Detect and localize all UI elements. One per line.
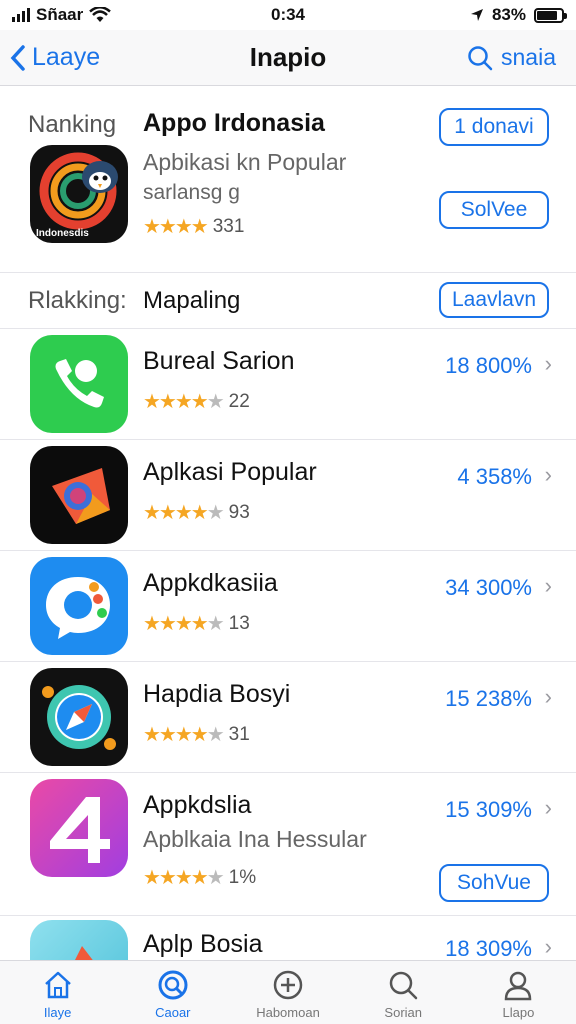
- back-label: Laaye: [32, 43, 101, 71]
- app-title: Appkdslia: [143, 791, 252, 819]
- tab-search[interactable]: Sorian: [346, 961, 461, 1024]
- featured-get-button[interactable]: SolVee: [439, 191, 549, 229]
- list-item[interactable]: Bureal Sarion ★★★★★ 22 18 800% ›: [0, 329, 576, 440]
- compass-icon: [30, 668, 128, 766]
- number-four-icon: [30, 779, 128, 877]
- chevron-right-icon: ›: [544, 934, 552, 959]
- rating-stars-icon: ★★★★: [143, 216, 209, 238]
- section-title: Mapaling: [143, 287, 241, 314]
- chevron-right-icon: ›: [544, 351, 552, 376]
- list-item[interactable]: Aplp Bosia 18 309% ›: [0, 916, 576, 960]
- kite-icon: [30, 446, 128, 544]
- tab-label: Habomoan: [256, 1005, 320, 1020]
- tab-bar: Ilaye Caoar Habomoan Sorian Llapo: [0, 960, 576, 1024]
- wifi-icon: [89, 7, 112, 22]
- list-item[interactable]: Aplkasi Popular ★★★★★ 93 4 358% ›: [0, 440, 576, 551]
- battery-percent: 83%: [491, 5, 526, 24]
- search-label: snaia: [501, 44, 556, 70]
- featured-top-button[interactable]: 1 donavi: [439, 108, 549, 146]
- featured-icon-caption: Indonesdis: [36, 228, 89, 239]
- app-rating: ★★★★★ 13: [143, 612, 250, 636]
- tab-label: Ilaye: [43, 1005, 72, 1020]
- search-icon: [468, 45, 493, 70]
- location-arrow-icon: [470, 9, 483, 21]
- app-title: Hapdia Bosyi: [143, 680, 291, 708]
- status-bar: Sñaar 0:34 83%: [0, 0, 576, 30]
- home-icon: [44, 971, 71, 999]
- app-get-button[interactable]: SohVue: [439, 864, 549, 902]
- app-title: Appkdkasiia: [143, 569, 278, 597]
- back-button[interactable]: Laaye: [10, 43, 100, 72]
- app-stat: 18 800%: [445, 353, 532, 378]
- chat-icon: [30, 557, 128, 655]
- search-button[interactable]: snaia: [467, 44, 556, 71]
- app-rating: ★★★★★ 31: [143, 723, 250, 747]
- app-title: Aplp Bosia: [143, 930, 263, 958]
- status-time: 0:34: [270, 5, 306, 24]
- chevron-right-icon: ›: [544, 684, 552, 709]
- main-content: Nanking Indonesdis Appo Irdonasia Apbika…: [0, 87, 576, 960]
- nav-bar: Laaye Inapio snaia: [0, 30, 576, 86]
- search-icon: [389, 971, 418, 1000]
- signal-icon: [12, 8, 30, 22]
- app-stat: 18 309%: [445, 936, 532, 960]
- shape-icon: [30, 920, 128, 960]
- featured-rating: ★★★★ 331: [143, 214, 244, 239]
- chevron-right-icon: ›: [544, 462, 552, 487]
- tab-label: Caoar: [155, 1005, 191, 1020]
- section-button[interactable]: Laavlavn: [439, 282, 549, 318]
- app-stat: 34 300%: [445, 575, 532, 600]
- tab-label: Sorian: [384, 1005, 422, 1020]
- list-item[interactable]: Appkdslia Apblkaia Ina Hessular ★★★★★ 1% …: [0, 773, 576, 916]
- list-item[interactable]: Hapdia Bosyi ★★★★★ 31 15 238% ›: [0, 662, 576, 773]
- featured-subtitle-2: sarlansg g: [143, 181, 240, 204]
- profile-icon: [505, 971, 532, 1001]
- featured-subtitle: Apbikasi kn Popular: [143, 149, 347, 175]
- chevron-right-icon: ›: [544, 795, 552, 820]
- ranking-section-header: Rlakking: Mapaling Laavlavn: [0, 273, 576, 329]
- app-subtitle: Apblkaia Ina Hessular: [143, 826, 367, 852]
- tab-discover[interactable]: Caoar: [115, 961, 230, 1024]
- plus-circle-icon: [273, 970, 303, 1000]
- app-rating: ★★★★★ 93: [143, 501, 250, 525]
- chevron-left-icon: [10, 44, 25, 71]
- featured-title[interactable]: Appo Irdonasia: [143, 109, 325, 138]
- phone-icon: [30, 335, 128, 433]
- app-title: Bureal Sarion: [143, 347, 295, 375]
- app-stat: 15 309%: [445, 797, 532, 822]
- app-rating: ★★★★★ 22: [143, 390, 250, 414]
- discover-icon: [158, 970, 188, 1000]
- ranking-label-2: Rlakking:: [28, 287, 127, 314]
- app-stat: 4 358%: [457, 464, 532, 489]
- app-stat: 15 238%: [445, 686, 532, 711]
- tab-home[interactable]: Ilaye: [0, 961, 115, 1024]
- featured-app-icon[interactable]: Indonesdis: [30, 145, 128, 243]
- tab-profile[interactable]: Llapo: [461, 961, 576, 1024]
- app-title: Aplkasi Popular: [143, 458, 317, 486]
- tab-label: Llapo: [502, 1005, 535, 1020]
- chevron-right-icon: ›: [544, 573, 552, 598]
- rating-count: 331: [212, 215, 245, 237]
- battery-icon: [534, 7, 567, 23]
- carrier-label: Sñaar: [36, 5, 84, 24]
- list-item[interactable]: Appkdkasiia ★★★★★ 13 34 300% ›: [0, 551, 576, 662]
- app-rating: ★★★★★ 1%: [143, 866, 257, 890]
- featured-section: Nanking Indonesdis Appo Irdonasia Apbika…: [0, 87, 576, 273]
- tab-add[interactable]: Habomoan: [230, 961, 345, 1024]
- ranking-label: Nanking: [28, 111, 117, 138]
